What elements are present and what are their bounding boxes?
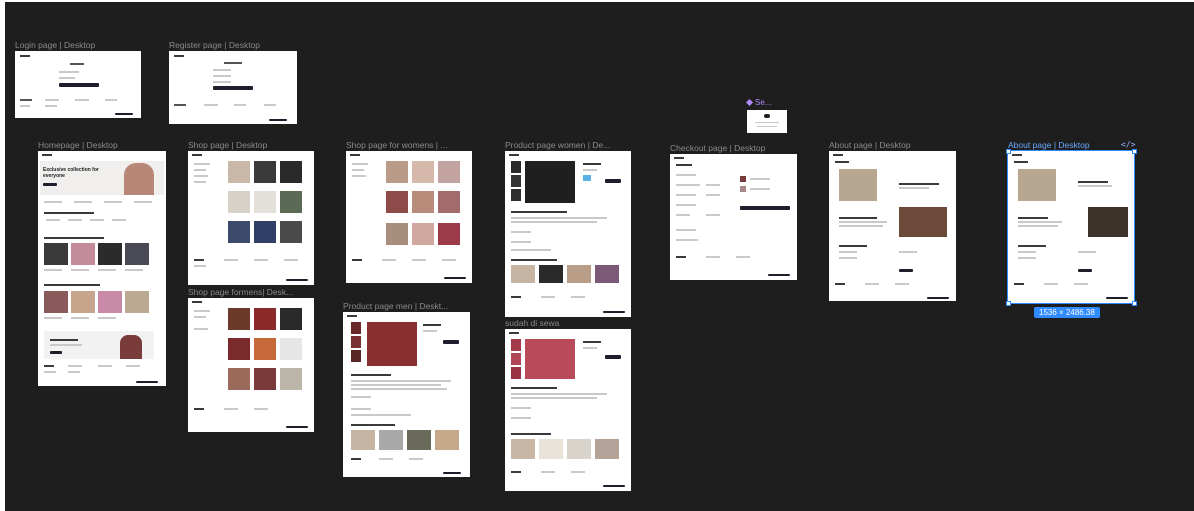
frame-shop-men[interactable] <box>188 298 314 432</box>
frame-label-about-1[interactable]: About page | Desktop <box>829 140 911 150</box>
frame-sudah-di-sewa[interactable] <box>505 329 631 491</box>
frame-label-shop[interactable]: Shop page | Desktop <box>188 140 267 150</box>
resize-handle-top-left[interactable] <box>1006 149 1011 154</box>
frame-label-login[interactable]: Login page | Desktop <box>15 40 95 50</box>
frame-product-men[interactable] <box>343 312 470 477</box>
frame-label-checkout[interactable]: Checkout page | Desktop <box>670 143 765 153</box>
frame-about-1[interactable] <box>829 151 956 301</box>
frame-shop-women[interactable] <box>346 151 472 283</box>
resize-handle-bottom-right[interactable] <box>1132 301 1137 306</box>
frame-register[interactable] <box>169 51 297 124</box>
frame-label-product-men[interactable]: Product page men | Deskt... <box>343 301 448 311</box>
frame-label-sudah-di-sewa[interactable]: sudah di sewa <box>505 318 559 328</box>
dimension-badge: 1536 × 2486.38 <box>1034 307 1100 318</box>
frame-product-women[interactable] <box>505 151 631 317</box>
homepage-hero-text: Exclusive collection for everyone <box>43 167 99 179</box>
frame-label-register[interactable]: Register page | Desktop <box>169 40 260 50</box>
frame-about-2[interactable] <box>1007 150 1135 304</box>
resize-handle-top-right[interactable] <box>1132 149 1137 154</box>
component-name: Se... <box>755 98 772 107</box>
design-canvas[interactable]: Login page | Desktop Register page | Des… <box>5 2 1194 511</box>
frame-label-homepage[interactable]: Homepage | Desktop <box>38 140 118 150</box>
frame-homepage[interactable]: Exclusive collection for everyone <box>38 151 166 386</box>
component-icon <box>745 99 754 107</box>
code-icon[interactable]: </> <box>1121 140 1135 149</box>
frame-component[interactable] <box>747 110 787 133</box>
frame-login[interactable] <box>15 51 141 118</box>
resize-handle-bottom-left[interactable] <box>1006 301 1011 306</box>
frame-label-product-women[interactable]: Product page women | De... <box>505 140 610 150</box>
component-label[interactable]: Se... <box>745 98 772 107</box>
frame-label-shop-women[interactable]: Shop page for womens | ... <box>346 140 447 150</box>
frame-label-about-2[interactable]: About page | Desktop <box>1008 140 1090 150</box>
frame-shop[interactable] <box>188 151 314 285</box>
frame-checkout[interactable] <box>670 154 797 280</box>
frame-label-shop-men[interactable]: Shop page formens| Desk... <box>188 287 293 297</box>
